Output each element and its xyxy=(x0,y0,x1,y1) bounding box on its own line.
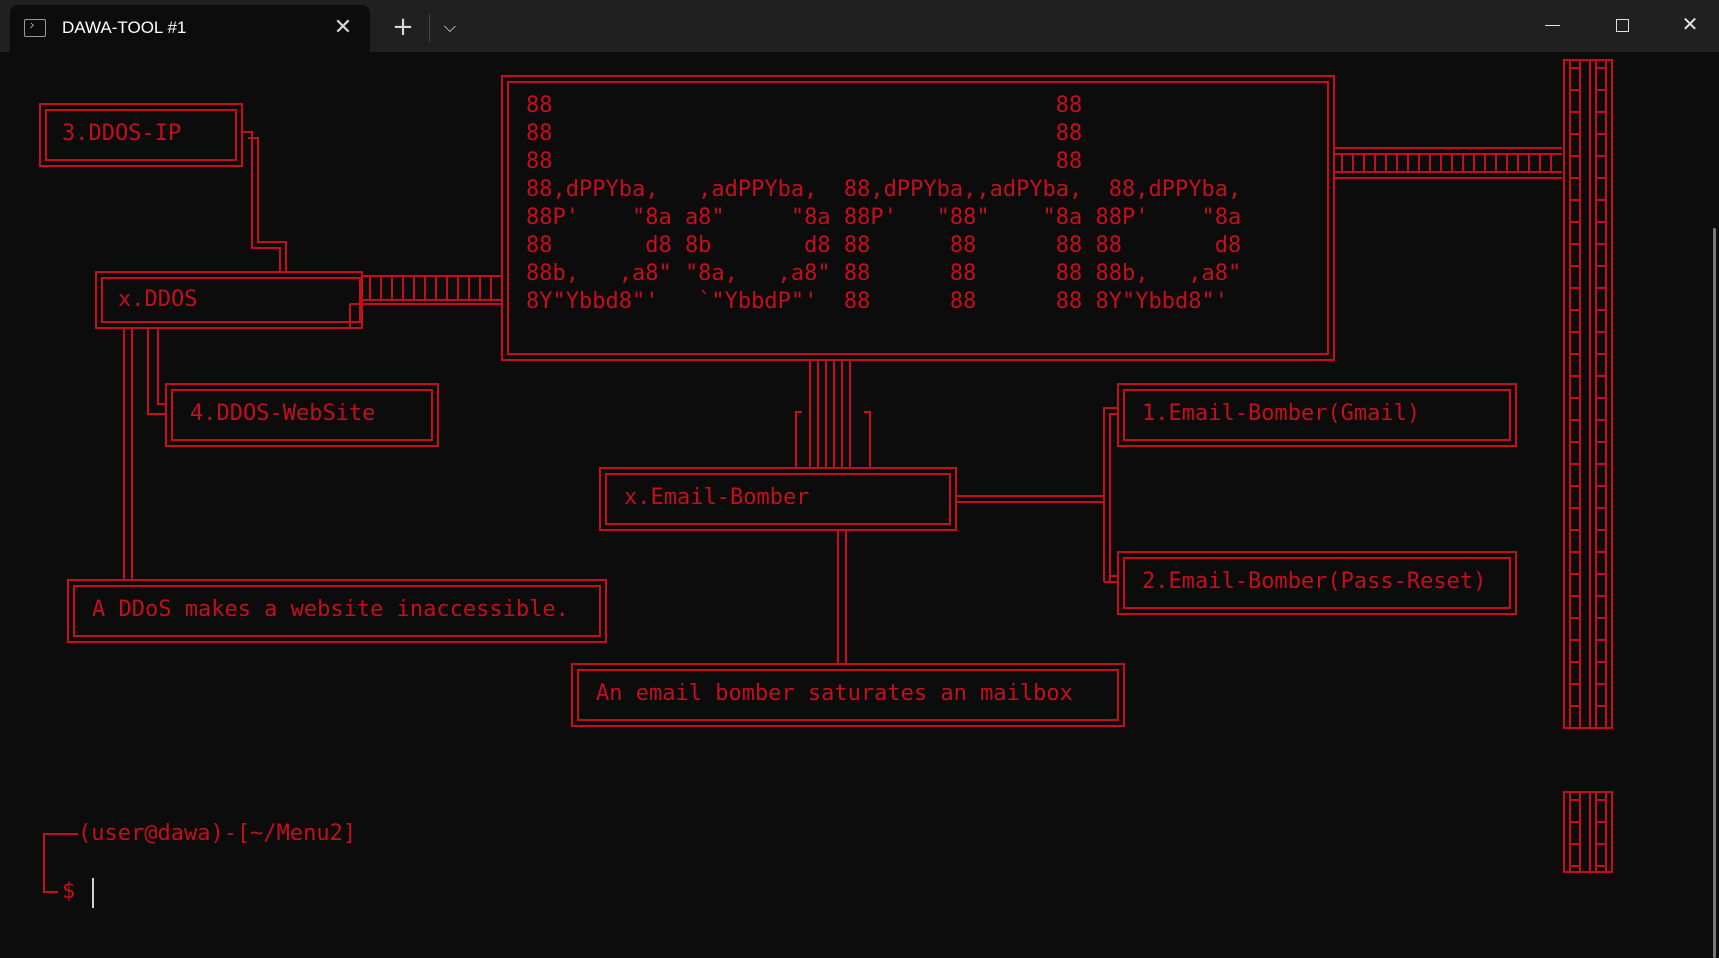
dawa-ascii-banner: 88 88 88 88 88 88 88,dPPYba, ,adPPYba, 8… xyxy=(526,93,1242,314)
menu-group-ddos[interactable]: x.DDOS xyxy=(118,286,197,314)
tab-close-icon[interactable]: ✕ xyxy=(328,13,358,43)
ddos-description: A DDoS makes a website inaccessible. xyxy=(92,597,569,622)
menu-group-email-bomber[interactable]: x.Email-Bomber xyxy=(624,484,809,512)
terminal-tab[interactable]: DAWA-TOOL #1 ✕ xyxy=(10,5,370,52)
tab-title: DAWA-TOOL #1 xyxy=(62,18,187,37)
menu-option-email-pass-reset[interactable]: 2.Email-Bomber(Pass-Reset) xyxy=(1142,568,1486,596)
prompt-path: (user@dawa)-[~/Menu2] xyxy=(78,821,357,846)
new-tab-button[interactable]: + xyxy=(388,12,418,42)
tab-separator xyxy=(429,14,430,42)
minimize-icon xyxy=(1544,25,1560,26)
minimize-button[interactable] xyxy=(1518,0,1586,48)
menu-option-email-gmail[interactable]: 1.Email-Bomber(Gmail) xyxy=(1142,400,1420,428)
text-cursor[interactable] xyxy=(92,878,94,908)
terminal-icon xyxy=(24,19,46,37)
menu-option-ddos-website[interactable]: 4.DDOS-WebSite xyxy=(190,400,375,428)
email-description: An email bomber saturates an mailbox xyxy=(596,681,1073,706)
title-bar: DAWA-TOOL #1 ✕ + ⌵ ✕ xyxy=(0,0,1719,52)
terminal-area[interactable]: 88 88 88 88 88 88 88,dPPYba, ,adPPYba, 8… xyxy=(0,52,1719,958)
maximize-icon xyxy=(1615,19,1629,32)
scrollbar[interactable] xyxy=(1713,228,1716,958)
close-window-button[interactable]: ✕ xyxy=(1656,0,1719,48)
maximize-button[interactable] xyxy=(1588,0,1656,48)
chevron-down-icon[interactable]: ⌵ xyxy=(436,12,464,42)
menu-option-ddos-ip[interactable]: 3.DDOS-IP xyxy=(62,120,181,148)
prompt-symbol: $ xyxy=(62,879,76,904)
